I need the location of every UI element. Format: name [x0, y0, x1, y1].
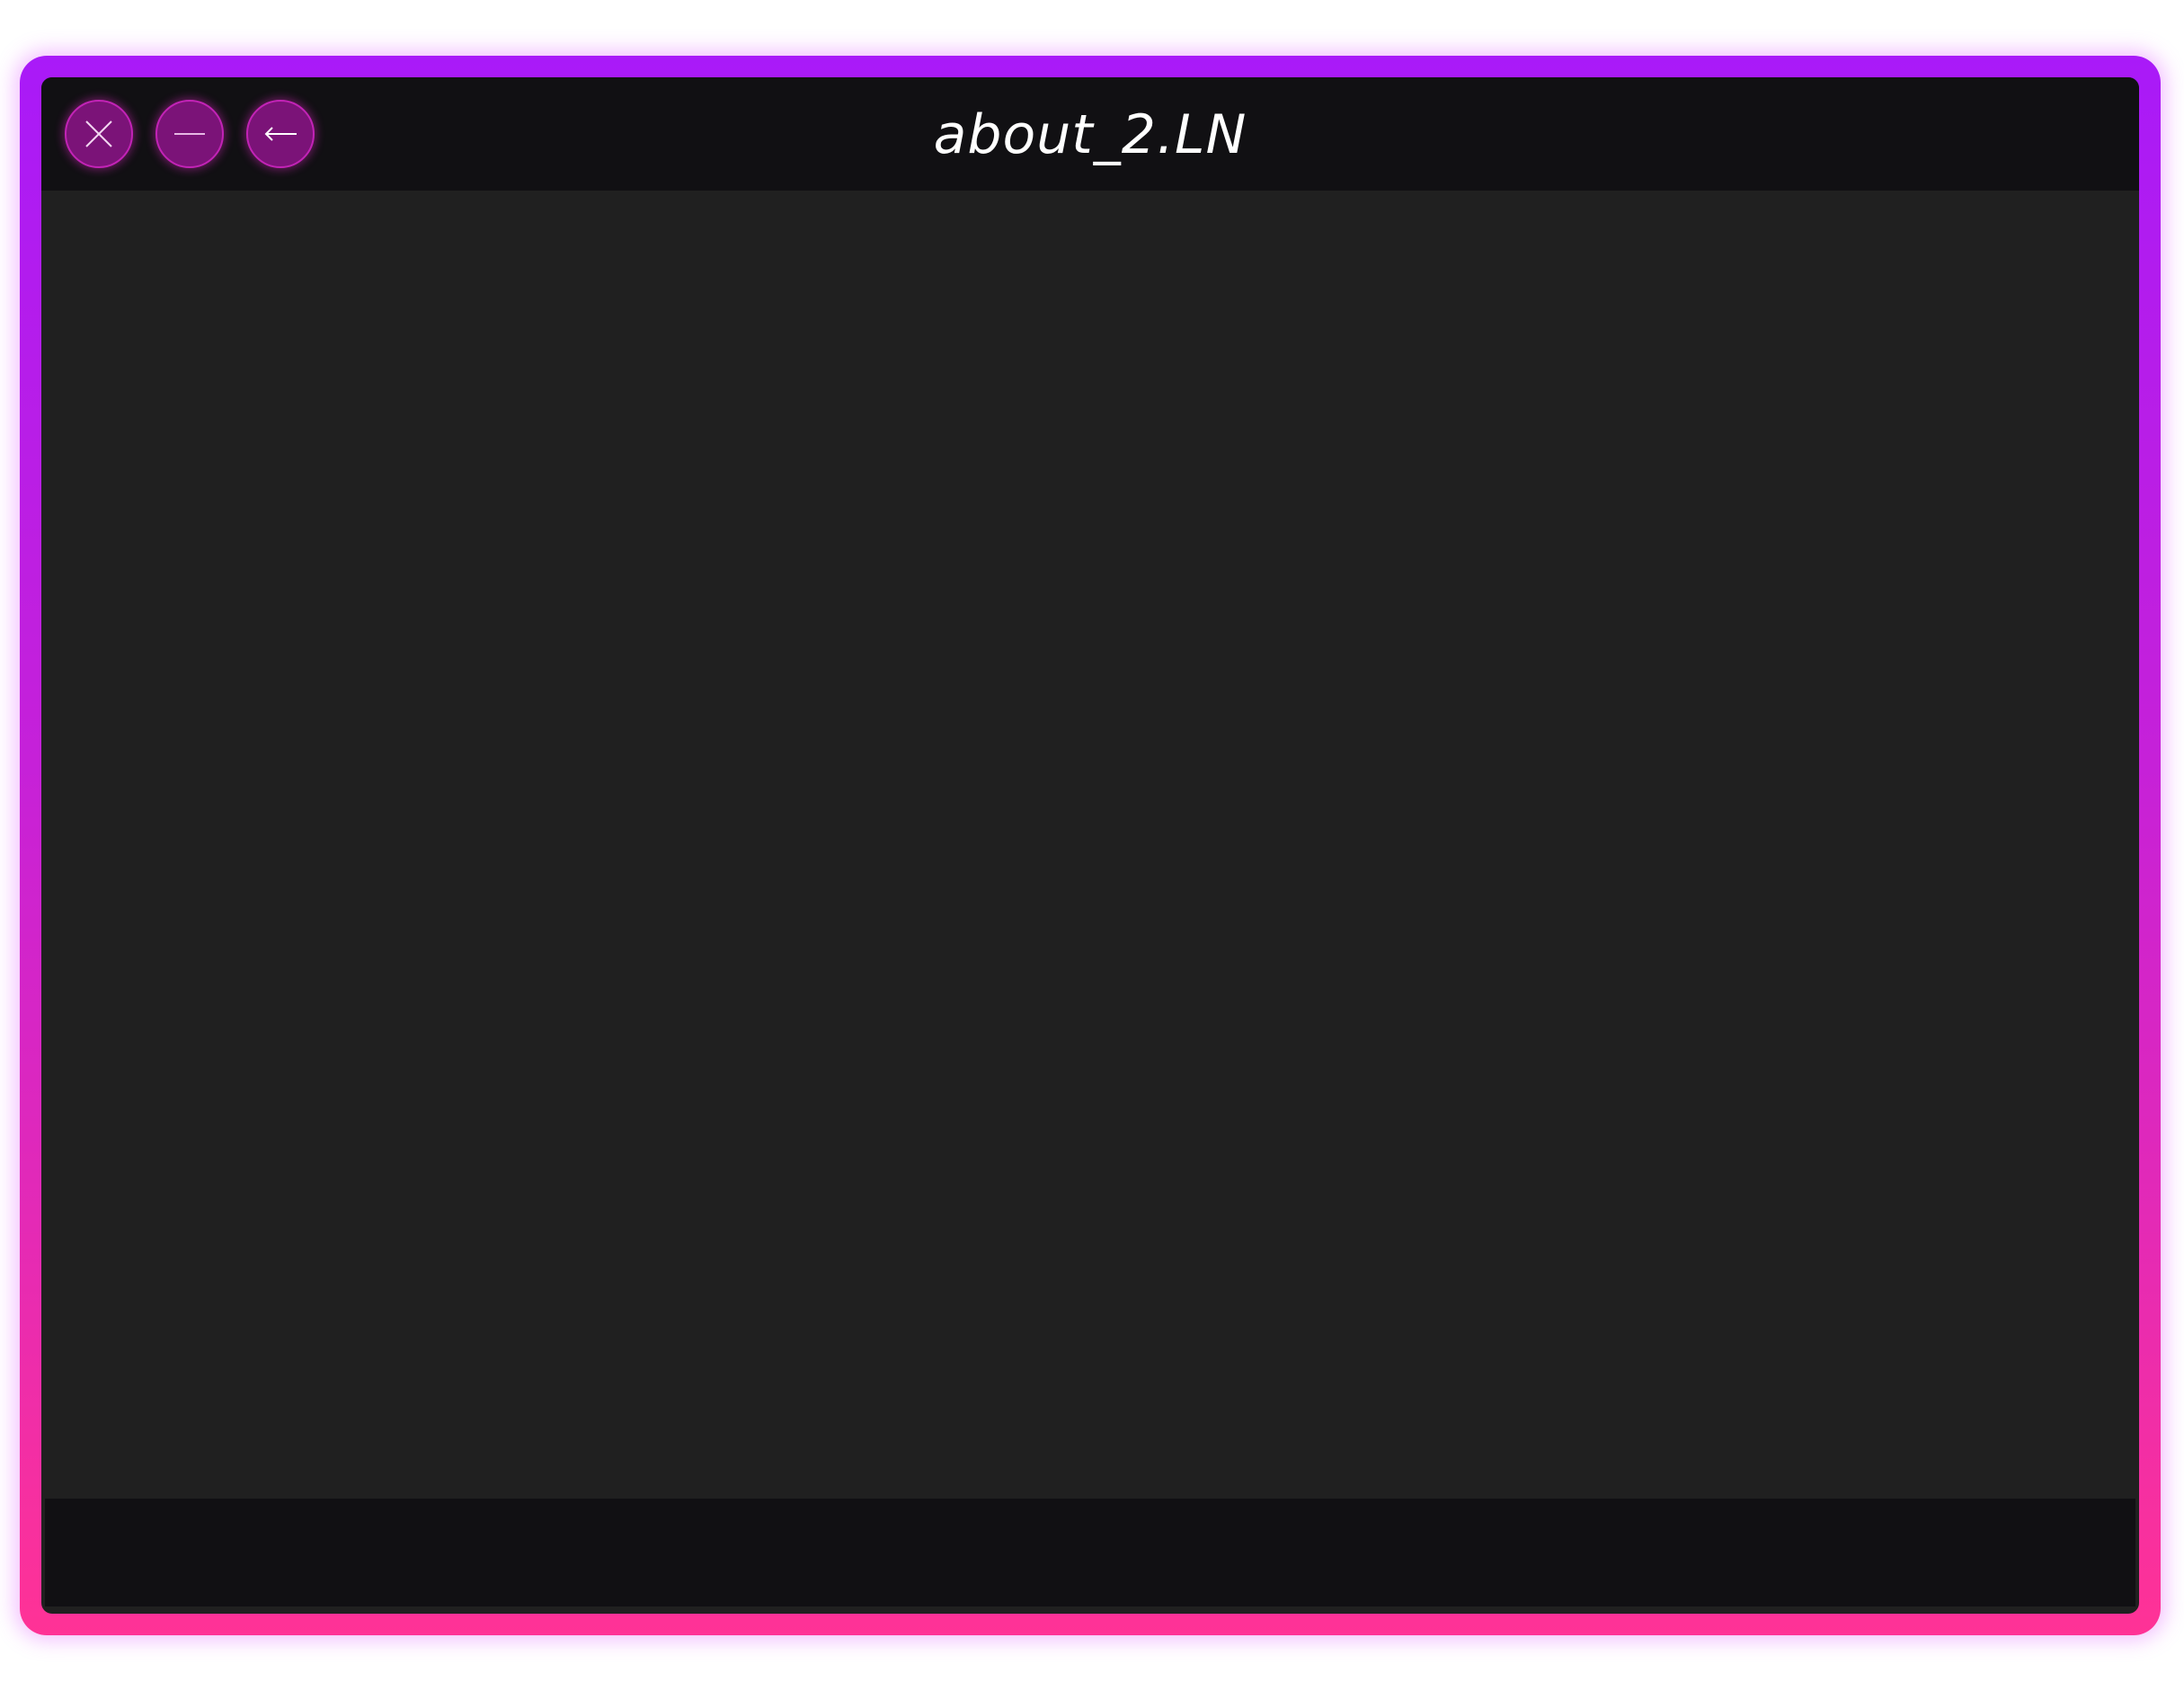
app-window: about_2.LN	[41, 77, 2139, 1614]
app-window-frame: about_2.LN	[20, 56, 2161, 1635]
title-bar[interactable]: about_2.LN	[41, 77, 2139, 191]
footer-bar	[45, 1499, 2135, 1606]
content-area	[41, 191, 2139, 1499]
window-title: about_2.LN	[933, 103, 1247, 166]
